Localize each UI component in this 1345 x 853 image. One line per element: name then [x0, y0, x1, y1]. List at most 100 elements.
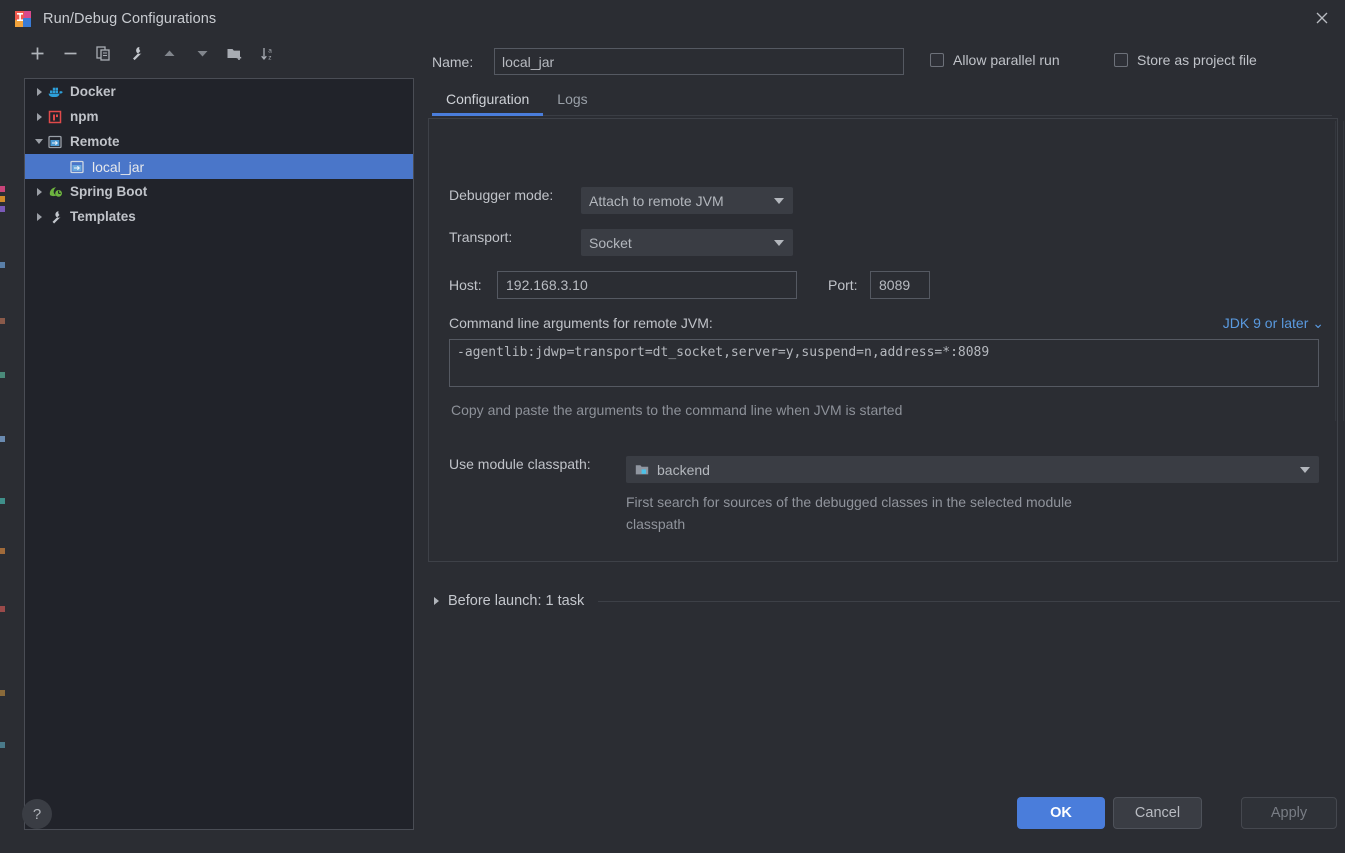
module-classpath-row: Use module classpath: [449, 456, 619, 472]
configuration-panel: Debugger mode: Attach to remote JVM Tran… [428, 118, 1338, 562]
tree-item-label: Docker [70, 84, 116, 99]
transport-row: Transport: [449, 229, 587, 245]
allow-parallel-run-checkbox-group[interactable]: Allow parallel run [930, 52, 1060, 68]
bg-pixel [0, 372, 5, 378]
before-launch-section[interactable]: Before launch: 1 task [428, 593, 1340, 609]
remove-configuration-button[interactable] [57, 40, 83, 66]
jdk-version-label: JDK 9 or later [1222, 315, 1309, 331]
svg-text:a: a [268, 47, 272, 54]
spring-boot-icon [47, 184, 65, 200]
tab-logs[interactable]: Logs [543, 85, 601, 116]
collapse-chevron-icon[interactable] [31, 134, 47, 150]
dialog-footer: ? OK Cancel Apply [8, 793, 1345, 853]
jdk-version-selector[interactable]: JDK 9 or later ⌄ [1223, 315, 1324, 332]
tree-item-label: npm [70, 109, 99, 124]
dialog-title: Run/Debug Configurations [43, 10, 217, 27]
store-as-project-file-checkbox-group[interactable]: Store as project file [1114, 52, 1257, 68]
move-up-button[interactable] [156, 40, 182, 66]
module-classpath-dropdown[interactable]: backend [626, 456, 1319, 483]
bg-pixel [0, 186, 5, 192]
transport-dropdown[interactable]: Socket [581, 229, 793, 256]
docker-icon [47, 84, 65, 100]
tab-configuration[interactable]: Configuration [432, 85, 544, 116]
before-launch-separator [598, 600, 1340, 602]
bg-pixel [0, 742, 5, 748]
debugger-mode-row: Debugger mode: [449, 187, 587, 203]
configurations-tree[interactable]: Docker npm Remote local_jar Spring Boot … [24, 78, 414, 830]
command-line-arguments-label: Command line arguments for remote JVM: [449, 315, 713, 331]
tree-item-npm[interactable]: npm [25, 104, 413, 129]
store-as-project-file-checkbox[interactable] [1114, 53, 1128, 67]
apply-button[interactable]: Apply [1241, 797, 1337, 829]
debugger-mode-value: Attach to remote JVM [589, 192, 724, 209]
remote-jvm-icon [47, 134, 65, 150]
expand-chevron-icon[interactable] [31, 109, 47, 125]
cancel-button[interactable]: Cancel [1113, 797, 1202, 829]
configurations-toolbar: a z [8, 37, 414, 69]
tree-item-templates[interactable]: Templates [25, 204, 413, 229]
name-input[interactable] [494, 48, 904, 75]
bg-pixel [0, 262, 5, 268]
allow-parallel-run-checkbox[interactable] [930, 53, 944, 67]
copy-configuration-button[interactable] [90, 40, 116, 66]
add-configuration-button[interactable] [24, 40, 50, 66]
tree-item-docker[interactable]: Docker [25, 79, 413, 104]
debugger-mode-label: Debugger mode: [449, 187, 554, 203]
new-folder-button[interactable] [222, 40, 248, 66]
expand-chevron-icon[interactable] [31, 209, 47, 225]
background-ide-sliver [0, 0, 8, 853]
transport-label: Transport: [449, 229, 513, 245]
help-button[interactable]: ? [22, 799, 52, 829]
debugger-mode-dropdown[interactable]: Attach to remote JVM [581, 187, 793, 214]
store-as-project-file-label: Store as project file [1137, 52, 1257, 68]
tree-item-spring-boot[interactable]: Spring Boot [25, 179, 413, 204]
tree-item-local-jar[interactable]: local_jar [25, 154, 413, 179]
port-input[interactable]: 8089 [870, 271, 930, 299]
close-icon[interactable] [1307, 4, 1337, 32]
sort-configurations-button[interactable]: a z [255, 40, 281, 66]
module-classpath-value: backend [657, 461, 710, 478]
host-input[interactable]: 192.168.3.10 [497, 271, 797, 299]
host-row: Host: 192.168.3.10 Port: 8089 [449, 271, 930, 299]
tree-item-label: Templates [70, 209, 136, 224]
remote-jvm-icon [69, 159, 87, 175]
tree-item-remote[interactable]: Remote [25, 129, 413, 154]
svg-text:z: z [268, 54, 271, 61]
command-line-arguments-hint: Copy and paste the arguments to the comm… [451, 402, 903, 418]
expand-chevron-icon[interactable] [31, 184, 47, 200]
npm-icon [47, 109, 65, 125]
host-label: Host: [449, 277, 482, 293]
command-line-arguments-textarea[interactable]: -agentlib:jdwp=transport=dt_socket,serve… [449, 339, 1319, 387]
bg-pixel [0, 498, 5, 504]
move-down-button[interactable] [189, 40, 215, 66]
bg-pixel [0, 196, 5, 202]
bg-pixel [0, 318, 5, 324]
expand-chevron-icon[interactable] [31, 84, 47, 100]
tree-item-label: Remote [70, 134, 120, 149]
expand-chevron-icon[interactable] [428, 593, 444, 609]
module-classpath-hint: First search for sources of the debugged… [626, 494, 1072, 532]
chevron-down-icon [774, 240, 784, 246]
name-row: Name: [432, 48, 904, 75]
module-icon [635, 463, 650, 477]
vertical-scrollbar[interactable] [1335, 121, 1344, 421]
transport-value: Socket [589, 234, 632, 251]
configuration-editor-pane: Name: Allow parallel run Store as projec… [414, 37, 1345, 793]
name-label: Name: [432, 53, 474, 70]
bg-pixel [0, 436, 5, 442]
editor-tabs: Configuration Logs [432, 85, 602, 116]
allow-parallel-run-label: Allow parallel run [953, 52, 1060, 68]
chevron-down-icon [774, 198, 784, 204]
chevron-down-icon: ⌄ [1312, 315, 1324, 331]
intellij-idea-logo-icon [13, 9, 33, 29]
bg-pixel [0, 206, 5, 212]
module-classpath-label: Use module classpath: [449, 456, 591, 472]
port-label: Port: [828, 277, 858, 293]
tree-item-label: local_jar [92, 158, 145, 175]
dialog-body: a z Docker npm Remote local_jar Spring B… [8, 37, 1345, 830]
bg-pixel [0, 606, 5, 612]
ok-button[interactable]: OK [1017, 797, 1105, 829]
run-debug-configurations-dialog: Run/Debug Configurations a z Docker npm … [8, 0, 1345, 853]
edit-templates-wrench-icon[interactable] [123, 40, 149, 66]
configurations-pane: a z Docker npm Remote local_jar Spring B… [8, 37, 414, 830]
